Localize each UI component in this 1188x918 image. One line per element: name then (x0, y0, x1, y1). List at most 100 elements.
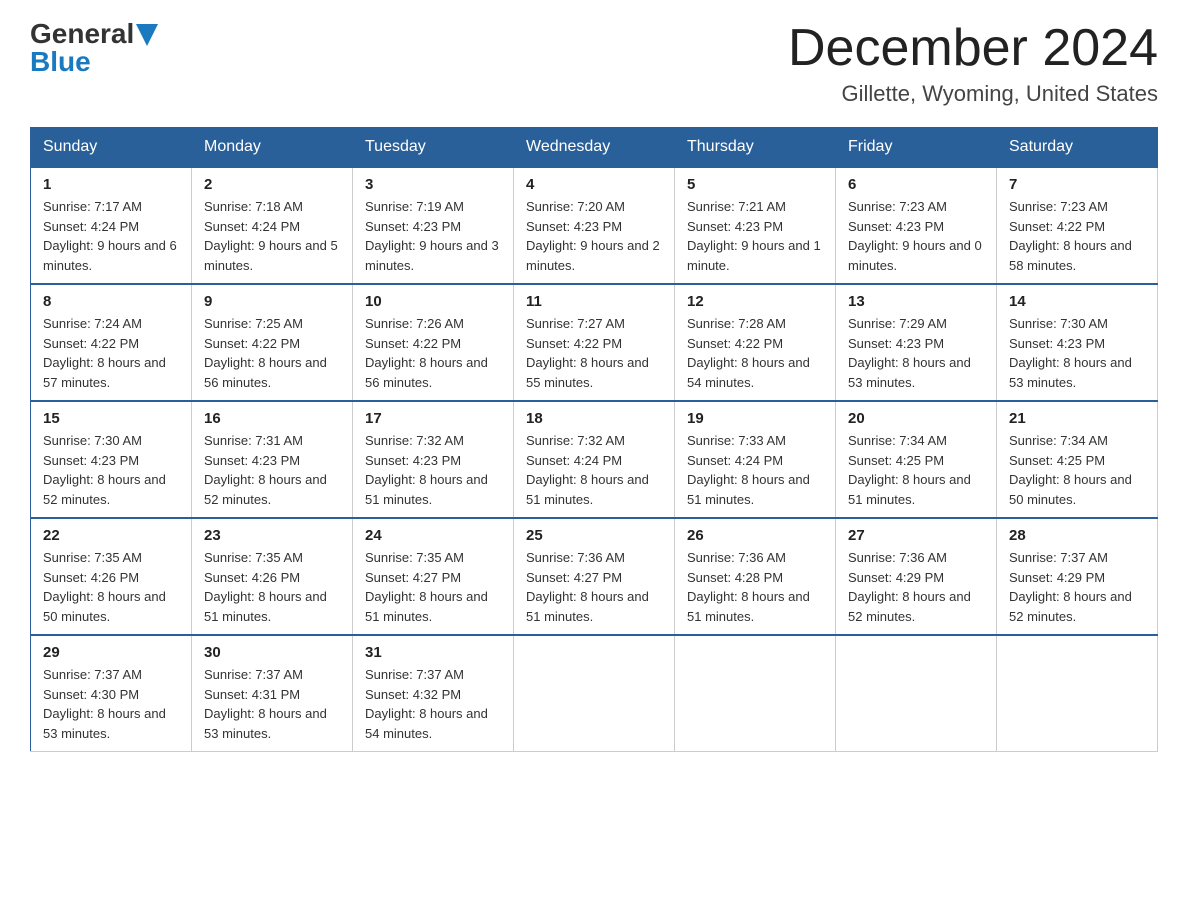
day-info: Sunrise: 7:34 AM Sunset: 4:25 PM Dayligh… (848, 431, 984, 509)
calendar-cell: 19 Sunrise: 7:33 AM Sunset: 4:24 PM Dayl… (675, 401, 836, 518)
day-number: 13 (848, 293, 984, 310)
day-number: 25 (526, 527, 662, 544)
header-monday: Monday (192, 128, 353, 168)
header-thursday: Thursday (675, 128, 836, 168)
day-info: Sunrise: 7:37 AM Sunset: 4:32 PM Dayligh… (365, 665, 501, 743)
day-number: 5 (687, 176, 823, 193)
calendar-cell (997, 635, 1158, 752)
day-info: Sunrise: 7:36 AM Sunset: 4:27 PM Dayligh… (526, 548, 662, 626)
day-number: 21 (1009, 410, 1145, 427)
day-number: 11 (526, 293, 662, 310)
calendar-cell: 16 Sunrise: 7:31 AM Sunset: 4:23 PM Dayl… (192, 401, 353, 518)
day-number: 31 (365, 644, 501, 661)
day-number: 28 (1009, 527, 1145, 544)
day-number: 2 (204, 176, 340, 193)
calendar-cell: 14 Sunrise: 7:30 AM Sunset: 4:23 PM Dayl… (997, 284, 1158, 401)
day-number: 27 (848, 527, 984, 544)
calendar-cell: 31 Sunrise: 7:37 AM Sunset: 4:32 PM Dayl… (353, 635, 514, 752)
day-number: 24 (365, 527, 501, 544)
calendar-cell: 22 Sunrise: 7:35 AM Sunset: 4:26 PM Dayl… (31, 518, 192, 635)
day-number: 22 (43, 527, 179, 544)
day-number: 30 (204, 644, 340, 661)
calendar-cell: 11 Sunrise: 7:27 AM Sunset: 4:22 PM Dayl… (514, 284, 675, 401)
calendar-cell: 7 Sunrise: 7:23 AM Sunset: 4:22 PM Dayli… (997, 167, 1158, 284)
day-info: Sunrise: 7:19 AM Sunset: 4:23 PM Dayligh… (365, 197, 501, 275)
day-number: 10 (365, 293, 501, 310)
day-info: Sunrise: 7:20 AM Sunset: 4:23 PM Dayligh… (526, 197, 662, 275)
day-number: 1 (43, 176, 179, 193)
week-row-1: 1 Sunrise: 7:17 AM Sunset: 4:24 PM Dayli… (31, 167, 1158, 284)
calendar-cell: 30 Sunrise: 7:37 AM Sunset: 4:31 PM Dayl… (192, 635, 353, 752)
calendar-subtitle: Gillette, Wyoming, United States (788, 81, 1158, 107)
day-number: 18 (526, 410, 662, 427)
calendar-cell: 20 Sunrise: 7:34 AM Sunset: 4:25 PM Dayl… (836, 401, 997, 518)
logo: General Blue (30, 20, 158, 76)
day-number: 20 (848, 410, 984, 427)
day-info: Sunrise: 7:27 AM Sunset: 4:22 PM Dayligh… (526, 314, 662, 392)
day-info: Sunrise: 7:24 AM Sunset: 4:22 PM Dayligh… (43, 314, 179, 392)
logo-blue-text: Blue (30, 46, 91, 77)
calendar-cell: 13 Sunrise: 7:29 AM Sunset: 4:23 PM Dayl… (836, 284, 997, 401)
header-sunday: Sunday (31, 128, 192, 168)
calendar-cell: 3 Sunrise: 7:19 AM Sunset: 4:23 PM Dayli… (353, 167, 514, 284)
calendar-table: Sunday Monday Tuesday Wednesday Thursday… (30, 127, 1158, 752)
day-info: Sunrise: 7:37 AM Sunset: 4:30 PM Dayligh… (43, 665, 179, 743)
header-tuesday: Tuesday (353, 128, 514, 168)
header-wednesday: Wednesday (514, 128, 675, 168)
day-number: 23 (204, 527, 340, 544)
day-header-row: Sunday Monday Tuesday Wednesday Thursday… (31, 128, 1158, 168)
day-info: Sunrise: 7:23 AM Sunset: 4:23 PM Dayligh… (848, 197, 984, 275)
calendar-cell: 10 Sunrise: 7:26 AM Sunset: 4:22 PM Dayl… (353, 284, 514, 401)
day-info: Sunrise: 7:35 AM Sunset: 4:26 PM Dayligh… (204, 548, 340, 626)
calendar-cell: 12 Sunrise: 7:28 AM Sunset: 4:22 PM Dayl… (675, 284, 836, 401)
day-info: Sunrise: 7:37 AM Sunset: 4:29 PM Dayligh… (1009, 548, 1145, 626)
day-number: 6 (848, 176, 984, 193)
day-number: 8 (43, 293, 179, 310)
day-info: Sunrise: 7:26 AM Sunset: 4:22 PM Dayligh… (365, 314, 501, 392)
page-header: General Blue December 2024 Gillette, Wyo… (30, 20, 1158, 107)
day-info: Sunrise: 7:21 AM Sunset: 4:23 PM Dayligh… (687, 197, 823, 275)
day-info: Sunrise: 7:32 AM Sunset: 4:24 PM Dayligh… (526, 431, 662, 509)
day-number: 15 (43, 410, 179, 427)
day-number: 17 (365, 410, 501, 427)
week-row-3: 15 Sunrise: 7:30 AM Sunset: 4:23 PM Dayl… (31, 401, 1158, 518)
calendar-cell: 9 Sunrise: 7:25 AM Sunset: 4:22 PM Dayli… (192, 284, 353, 401)
calendar-cell: 17 Sunrise: 7:32 AM Sunset: 4:23 PM Dayl… (353, 401, 514, 518)
day-info: Sunrise: 7:29 AM Sunset: 4:23 PM Dayligh… (848, 314, 984, 392)
day-number: 19 (687, 410, 823, 427)
day-info: Sunrise: 7:36 AM Sunset: 4:29 PM Dayligh… (848, 548, 984, 626)
calendar-cell: 24 Sunrise: 7:35 AM Sunset: 4:27 PM Dayl… (353, 518, 514, 635)
calendar-cell: 4 Sunrise: 7:20 AM Sunset: 4:23 PM Dayli… (514, 167, 675, 284)
logo-general-text: General (30, 20, 134, 48)
day-info: Sunrise: 7:35 AM Sunset: 4:26 PM Dayligh… (43, 548, 179, 626)
calendar-cell: 18 Sunrise: 7:32 AM Sunset: 4:24 PM Dayl… (514, 401, 675, 518)
day-info: Sunrise: 7:34 AM Sunset: 4:25 PM Dayligh… (1009, 431, 1145, 509)
day-info: Sunrise: 7:23 AM Sunset: 4:22 PM Dayligh… (1009, 197, 1145, 275)
day-info: Sunrise: 7:36 AM Sunset: 4:28 PM Dayligh… (687, 548, 823, 626)
day-number: 26 (687, 527, 823, 544)
calendar-cell: 15 Sunrise: 7:30 AM Sunset: 4:23 PM Dayl… (31, 401, 192, 518)
day-number: 16 (204, 410, 340, 427)
calendar-cell: 29 Sunrise: 7:37 AM Sunset: 4:30 PM Dayl… (31, 635, 192, 752)
week-row-2: 8 Sunrise: 7:24 AM Sunset: 4:22 PM Dayli… (31, 284, 1158, 401)
day-info: Sunrise: 7:30 AM Sunset: 4:23 PM Dayligh… (1009, 314, 1145, 392)
header-friday: Friday (836, 128, 997, 168)
day-info: Sunrise: 7:25 AM Sunset: 4:22 PM Dayligh… (204, 314, 340, 392)
logo-triangle-icon (136, 24, 158, 46)
day-info: Sunrise: 7:37 AM Sunset: 4:31 PM Dayligh… (204, 665, 340, 743)
day-number: 12 (687, 293, 823, 310)
calendar-cell: 26 Sunrise: 7:36 AM Sunset: 4:28 PM Dayl… (675, 518, 836, 635)
calendar-cell: 1 Sunrise: 7:17 AM Sunset: 4:24 PM Dayli… (31, 167, 192, 284)
week-row-5: 29 Sunrise: 7:37 AM Sunset: 4:30 PM Dayl… (31, 635, 1158, 752)
day-number: 9 (204, 293, 340, 310)
calendar-cell: 8 Sunrise: 7:24 AM Sunset: 4:22 PM Dayli… (31, 284, 192, 401)
day-info: Sunrise: 7:17 AM Sunset: 4:24 PM Dayligh… (43, 197, 179, 275)
calendar-cell: 6 Sunrise: 7:23 AM Sunset: 4:23 PM Dayli… (836, 167, 997, 284)
calendar-cell: 21 Sunrise: 7:34 AM Sunset: 4:25 PM Dayl… (997, 401, 1158, 518)
calendar-cell: 25 Sunrise: 7:36 AM Sunset: 4:27 PM Dayl… (514, 518, 675, 635)
calendar-cell (836, 635, 997, 752)
day-number: 3 (365, 176, 501, 193)
day-info: Sunrise: 7:18 AM Sunset: 4:24 PM Dayligh… (204, 197, 340, 275)
day-number: 4 (526, 176, 662, 193)
day-info: Sunrise: 7:28 AM Sunset: 4:22 PM Dayligh… (687, 314, 823, 392)
